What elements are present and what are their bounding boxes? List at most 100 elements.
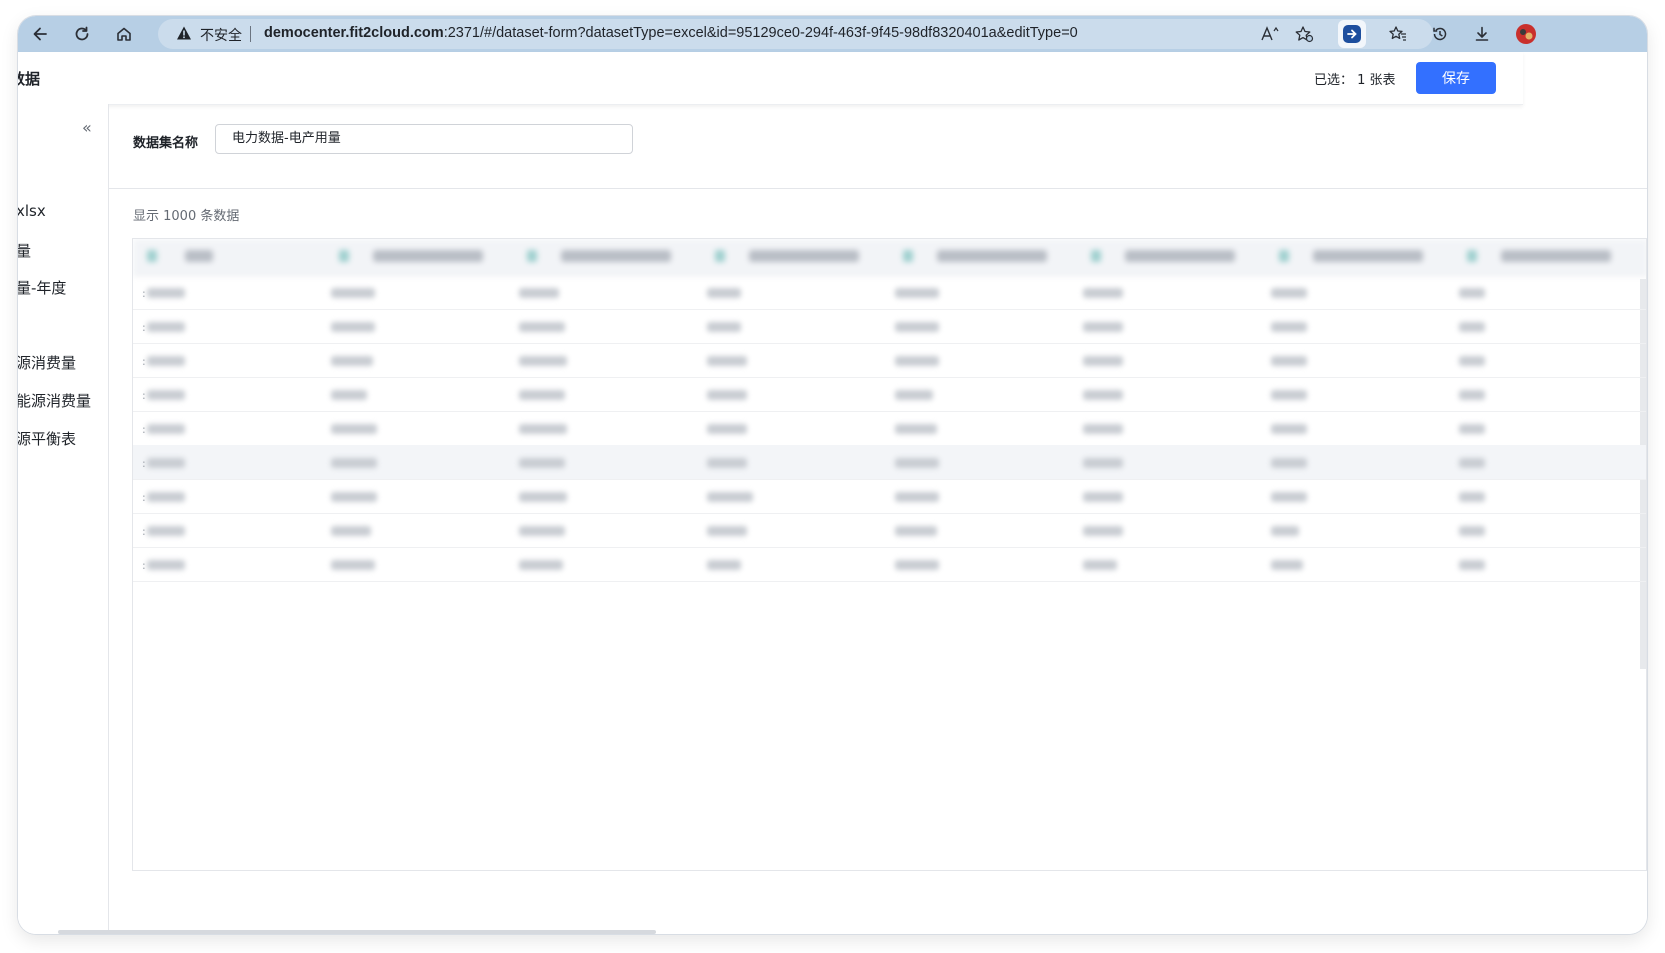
table-cell xyxy=(1083,458,1123,468)
table-cell xyxy=(1459,356,1485,366)
url-host: democenter.fit2cloud.com xyxy=(264,25,444,41)
warning-icon xyxy=(176,25,192,45)
sidebar-item-1[interactable]: 量 xyxy=(18,240,31,261)
table-cell xyxy=(331,458,377,468)
history-icon[interactable] xyxy=(1426,20,1454,48)
table-cell xyxy=(895,356,939,366)
table-row[interactable]: : xyxy=(133,275,1646,310)
profile-avatar[interactable] xyxy=(1512,20,1540,48)
table-cell xyxy=(1271,560,1303,570)
table-cell xyxy=(1271,458,1307,468)
row-edge-mark: : xyxy=(142,321,146,334)
table-cell xyxy=(707,424,747,434)
table-cell xyxy=(1271,322,1307,332)
table-cell xyxy=(147,390,185,400)
table-cell xyxy=(519,424,567,434)
row-edge-mark: : xyxy=(142,491,146,504)
table-cell xyxy=(1459,322,1485,332)
table-cell xyxy=(895,390,933,400)
column-header[interactable] xyxy=(561,250,671,262)
home-icon[interactable] xyxy=(110,20,138,48)
browser-toolbar: 不安全 democenter.fit2cloud.com:2371/#/data… xyxy=(18,16,1647,52)
address-separator xyxy=(250,26,251,42)
address-bar[interactable]: 不安全 democenter.fit2cloud.com:2371/#/data… xyxy=(158,19,1433,49)
table-row[interactable]: : xyxy=(133,309,1646,344)
table-cell xyxy=(147,526,185,536)
table-cell xyxy=(1083,356,1123,366)
column-type-icon xyxy=(147,250,157,262)
column-type-icon xyxy=(1279,250,1289,262)
table-cell xyxy=(1271,390,1307,400)
app-header: 数据 已选： 1 张表 保存 xyxy=(18,52,1523,105)
favorite-add-icon[interactable] xyxy=(1290,20,1318,48)
table-cell xyxy=(1271,526,1299,536)
table-cell xyxy=(707,356,747,366)
collapse-sidebar-icon[interactable]: « xyxy=(82,118,92,137)
table-row[interactable]: : xyxy=(133,479,1646,514)
table-cell xyxy=(1271,356,1307,366)
row-edge-mark: : xyxy=(142,287,146,300)
sidebar-item-3[interactable]: 源消费量 xyxy=(18,352,76,373)
table-cell xyxy=(147,560,185,570)
extension-icon[interactable] xyxy=(1338,20,1366,48)
table-cell xyxy=(331,288,375,298)
table-cell xyxy=(1459,526,1485,536)
table-cell xyxy=(1271,424,1307,434)
sidebar-item-2[interactable]: 量-年度 xyxy=(18,277,66,298)
column-header[interactable] xyxy=(1125,250,1235,262)
sidebar-item-5[interactable]: 源平衡表 xyxy=(18,428,76,449)
read-aloud-icon[interactable] xyxy=(1256,20,1284,48)
table-row[interactable]: : xyxy=(133,445,1646,480)
favorites-icon[interactable] xyxy=(1384,20,1412,48)
table-cell xyxy=(1459,288,1485,298)
table-cell xyxy=(519,322,565,332)
column-header[interactable] xyxy=(937,250,1047,262)
table-cell xyxy=(147,322,185,332)
section-divider xyxy=(109,188,1647,189)
back-icon[interactable] xyxy=(26,20,54,48)
table-cell xyxy=(331,390,367,400)
row-edge-mark: : xyxy=(142,559,146,572)
column-header[interactable] xyxy=(1313,250,1423,262)
download-icon[interactable] xyxy=(1468,20,1496,48)
table-cell xyxy=(1083,492,1123,502)
selected-count: 已选： 1 张表 xyxy=(1314,69,1396,88)
table-row[interactable]: : xyxy=(133,411,1646,446)
table-cell xyxy=(1459,560,1485,570)
reload-icon[interactable] xyxy=(68,20,96,48)
table-cell xyxy=(1083,288,1123,298)
horizontal-scrollbar[interactable] xyxy=(58,930,656,934)
table-cell xyxy=(1459,424,1485,434)
table-cell xyxy=(519,492,567,502)
dataset-name-input[interactable]: 电力数据-电产用量 xyxy=(215,124,633,154)
column-header[interactable] xyxy=(749,250,859,262)
table-cell xyxy=(707,526,747,536)
column-header[interactable] xyxy=(373,250,483,262)
sidebar-item-xlsx[interactable]: xlsx xyxy=(18,202,46,220)
table-cell xyxy=(895,288,939,298)
save-button[interactable]: 保存 xyxy=(1416,62,1496,94)
table-cell xyxy=(331,356,373,366)
table-cell xyxy=(147,492,185,502)
table-cell xyxy=(707,560,741,570)
table-row[interactable]: : xyxy=(133,377,1646,412)
table-cell xyxy=(147,288,185,298)
insecure-label: 不安全 xyxy=(200,28,242,44)
row-edge-mark: : xyxy=(142,457,146,470)
column-header[interactable] xyxy=(185,250,213,262)
table-cell xyxy=(1083,424,1123,434)
table-cell xyxy=(519,356,567,366)
column-header[interactable] xyxy=(1501,250,1611,262)
table-row[interactable]: : xyxy=(133,513,1646,548)
table-row[interactable]: : xyxy=(133,547,1646,582)
table-cell xyxy=(147,424,185,434)
table-cell xyxy=(895,458,939,468)
table-cell xyxy=(895,560,939,570)
table-row[interactable]: : xyxy=(133,343,1646,378)
table-cell xyxy=(707,322,741,332)
app-area: 数据 已选： 1 张表 保存 « xlsx 量 量-年度 源消费量 能源消费量 … xyxy=(18,52,1647,934)
table-cell xyxy=(707,390,747,400)
table-cell xyxy=(895,322,939,332)
sidebar-item-4[interactable]: 能源消费量 xyxy=(18,390,91,411)
row-count-label: 显示 1000 条数据 xyxy=(133,209,240,224)
